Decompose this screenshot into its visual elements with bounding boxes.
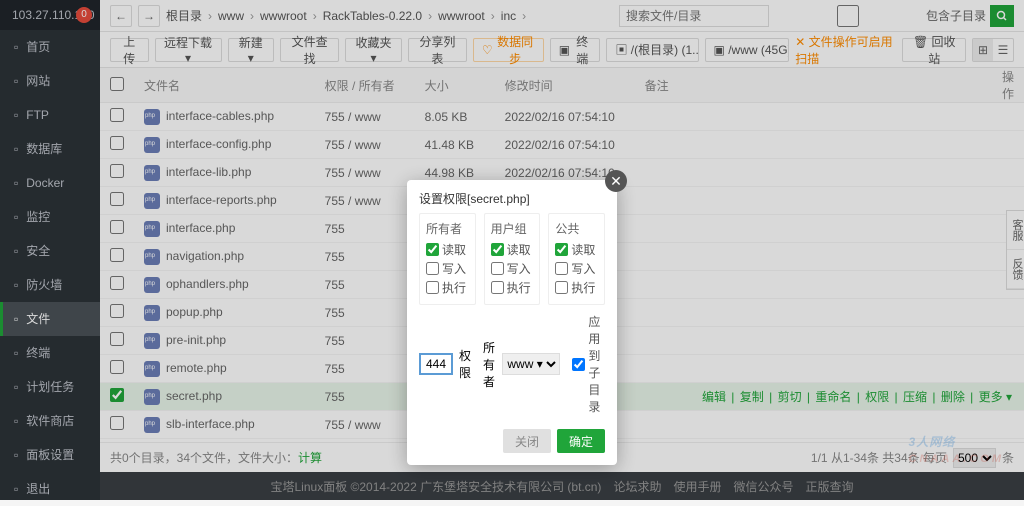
perm-checkbox[interactable]	[426, 243, 439, 256]
perm-item[interactable]: 执行	[426, 279, 469, 296]
owner-label: 所有者	[483, 339, 496, 390]
perm-checkbox[interactable]	[426, 262, 439, 275]
perm-checkbox[interactable]	[555, 243, 568, 256]
perm-item[interactable]: 写入	[555, 260, 598, 277]
perm-checkbox[interactable]	[555, 281, 568, 294]
owner-select[interactable]: www ▾	[502, 353, 560, 375]
perm-item[interactable]: 读取	[555, 241, 598, 258]
perm-item[interactable]: 执行	[491, 279, 534, 296]
close-icon[interactable]: ✕	[605, 170, 627, 192]
perm-col: 所有者读取写入执行	[419, 213, 476, 305]
perm-checkbox[interactable]	[491, 243, 504, 256]
perm-col-title: 所有者	[426, 220, 469, 237]
perm-item[interactable]: 写入	[426, 260, 469, 277]
perm-label: 权限	[459, 347, 471, 381]
confirm-button[interactable]: 确定	[557, 429, 605, 453]
perm-checkbox[interactable]	[426, 281, 439, 294]
apply-sub-label[interactable]: 应用到子目录	[572, 313, 605, 415]
perm-checkbox[interactable]	[555, 262, 568, 275]
cancel-button[interactable]: 关闭	[503, 429, 551, 453]
perm-checkbox[interactable]	[491, 281, 504, 294]
chmod-input[interactable]	[419, 353, 453, 375]
perm-item[interactable]: 读取	[491, 241, 534, 258]
perm-col: 公共读取写入执行	[548, 213, 605, 305]
modal-title: 设置权限[secret.php]	[407, 180, 617, 213]
perm-item[interactable]: 读取	[426, 241, 469, 258]
modal-overlay[interactable]: ✕ 设置权限[secret.php] 所有者读取写入执行用户组读取写入执行公共读…	[0, 0, 1024, 500]
perm-col-title: 用户组	[491, 220, 534, 237]
permission-modal: ✕ 设置权限[secret.php] 所有者读取写入执行用户组读取写入执行公共读…	[407, 180, 617, 465]
perm-col: 用户组读取写入执行	[484, 213, 541, 305]
apply-sub-checkbox[interactable]	[572, 358, 585, 371]
perm-item[interactable]: 写入	[491, 260, 534, 277]
perm-col-title: 公共	[555, 220, 598, 237]
perm-item[interactable]: 执行	[555, 279, 598, 296]
perm-checkbox[interactable]	[491, 262, 504, 275]
